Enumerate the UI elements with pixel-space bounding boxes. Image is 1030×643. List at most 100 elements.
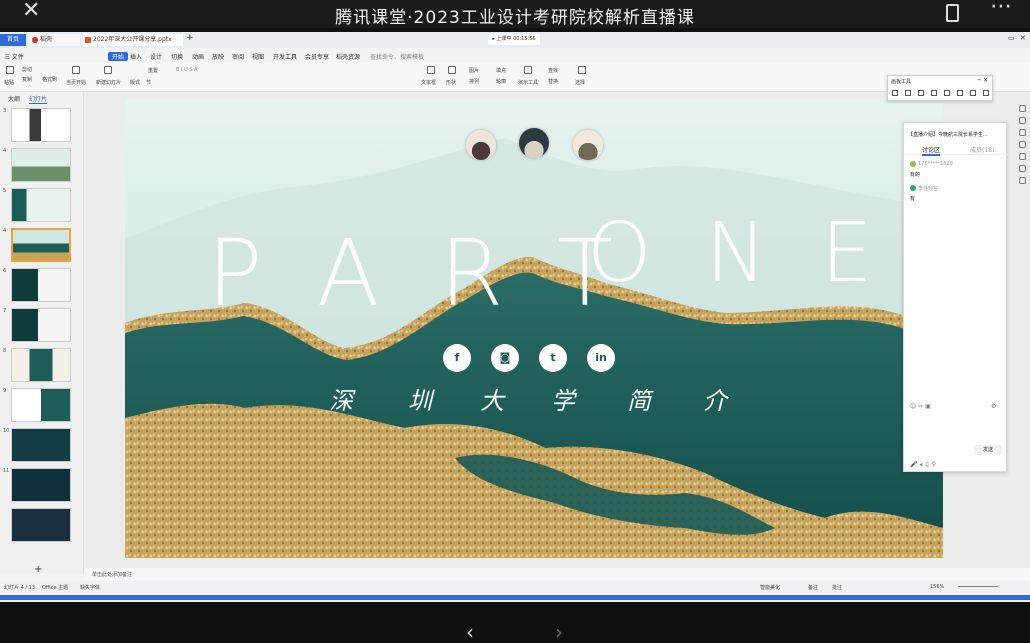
outline-button[interactable]: 轮廓 [496, 78, 506, 85]
menu-show[interactable]: 放映 [212, 52, 224, 61]
side-tool-icon[interactable] [1019, 117, 1026, 124]
slide-canvas[interactable]: PART ONE f ◙ t in 深 圳 大 学 简 介 [125, 98, 943, 558]
delete-icon[interactable] [983, 90, 989, 96]
decor-circle-3 [573, 130, 603, 160]
menu-design[interactable]: 设计 [150, 52, 162, 61]
paste-button[interactable]: 粘贴 [4, 79, 14, 86]
presenter-button[interactable]: 演示工具 [518, 79, 538, 86]
drawing-close-icon[interactable]: ─ ✕ [977, 77, 988, 84]
layout-button[interactable]: 版式 [130, 79, 140, 86]
next-page-button[interactable]: › [555, 622, 563, 642]
add-slide-button[interactable]: + [34, 564, 42, 575]
thumbnail-slide-5[interactable] [11, 188, 71, 222]
thumbnail-slide-7[interactable] [11, 308, 71, 342]
side-tool-icon[interactable] [1019, 141, 1026, 148]
notes-bar[interactable]: 单击此处添加备注 [84, 568, 1030, 580]
replace-button[interactable]: 替换 [548, 78, 558, 85]
eraser-icon[interactable] [944, 90, 950, 96]
menu-animation[interactable]: 动画 [192, 52, 204, 61]
format-painter-button[interactable]: 格式刷 [42, 76, 57, 83]
notes-placeholder[interactable]: 单击此处添加备注 [92, 571, 132, 578]
screenshot-icon[interactable] [970, 90, 976, 96]
menu-file[interactable]: 三 文件 [4, 52, 24, 61]
thumbnail-slide-12[interactable] [11, 508, 71, 542]
menu-dev[interactable]: 开发工具 [273, 52, 297, 61]
copy-button[interactable]: 复制 [22, 76, 32, 83]
fill-button[interactable]: 填充 [496, 67, 506, 74]
prev-page-button[interactable]: ‹ [466, 622, 474, 642]
menu-template[interactable]: 稻壳资源 [336, 52, 360, 61]
font-box[interactable]: B I U S A [176, 67, 198, 73]
undo-icon[interactable] [957, 90, 963, 96]
thumbnail-slide-current[interactable] [11, 228, 71, 262]
tab-pptx[interactable]: 2022年深大公开课分享.pptx [83, 34, 183, 46]
thumbnail-slide-10[interactable] [11, 428, 71, 462]
thumbnail-slide-6[interactable] [11, 268, 71, 302]
menu-review[interactable]: 审阅 [232, 52, 244, 61]
menu-insert[interactable]: 插入 [130, 52, 142, 61]
thumbnail-slide-11[interactable] [11, 468, 71, 502]
thumbnail-slide-8[interactable] [11, 348, 71, 382]
thumbnail-slide-3[interactable] [11, 108, 71, 142]
menu-view[interactable]: 视图 [252, 52, 264, 61]
cut-button[interactable]: 剪切 [22, 66, 32, 73]
textbox-button[interactable]: 文本框 [421, 79, 436, 86]
more-icon[interactable]: ⋯ [990, 0, 1014, 19]
textbox-icon[interactable] [427, 66, 435, 74]
menu-switch[interactable]: 切换 [171, 52, 183, 61]
side-tool-icon[interactable] [1019, 165, 1026, 172]
find-button[interactable]: 查找 [548, 67, 558, 74]
paste-icon[interactable] [6, 66, 14, 74]
smart-beautify-button[interactable]: 智能美化 [760, 584, 780, 591]
side-tool-icon[interactable] [1019, 129, 1026, 136]
side-tool-icon[interactable] [1019, 177, 1026, 184]
pen-icon[interactable] [905, 90, 911, 96]
shape-icon[interactable] [448, 66, 456, 74]
pointer-icon[interactable] [892, 90, 898, 96]
tab-outline[interactable]: 大纲 [8, 96, 20, 103]
tab-docer[interactable]: 稻壳 [30, 34, 80, 46]
thumbnail-slide-4a[interactable] [11, 148, 71, 182]
tab-home[interactable]: 首页 [0, 34, 26, 46]
arrange-button[interactable]: 排列 [469, 78, 479, 85]
menu-member[interactable]: 会员专享 [305, 52, 329, 61]
mic-icon[interactable]: 🎤 ◂ ♫ ⚲ [910, 461, 936, 468]
menu-start[interactable]: 开始 [108, 52, 129, 61]
reset-button[interactable]: 重置 [148, 67, 158, 74]
phone-icon[interactable] [946, 4, 959, 22]
side-tool-icon[interactable] [1019, 105, 1026, 112]
tab-slides[interactable]: 幻灯片 [28, 96, 47, 104]
settings-icon[interactable]: ⚙ [991, 403, 996, 410]
send-button[interactable]: 发送 [974, 445, 1002, 455]
zoom-slider[interactable] [958, 586, 998, 587]
minimize-icon[interactable]: ▭ [1008, 34, 1015, 42]
section-button[interactable]: 节 [146, 79, 151, 86]
emoji-icon[interactable]: ☺ ✂ ▣ [910, 403, 931, 410]
thumb-number: 4 [3, 148, 7, 154]
rectangle-icon[interactable] [918, 90, 924, 96]
play-icon[interactable] [72, 66, 80, 74]
from-current-button[interactable]: 当页开始 [66, 79, 86, 86]
comment-toggle[interactable]: 批注 [832, 584, 842, 591]
chat-tabs: 讨论区 成员(18) [904, 143, 1008, 156]
picture-button[interactable]: 图片 [469, 67, 479, 74]
missing-font-button[interactable]: 缺失字体 [80, 584, 100, 591]
thumbnail-slide-9[interactable] [11, 388, 71, 422]
linkedin-icon: in [587, 344, 615, 372]
zoom-level[interactable]: 156% [930, 584, 944, 590]
tab-discussion[interactable]: 讨论区 [922, 145, 941, 156]
search-command[interactable]: 查找命令、搜索模板 [370, 52, 424, 61]
status-bar: 幻灯片 4 / 13 Office 主题 缺失字体 智能美化 备注 批注 156… [0, 581, 1030, 593]
shape-button[interactable]: 形状 [446, 79, 456, 86]
new-slide-icon[interactable] [104, 66, 112, 74]
notes-toggle[interactable]: 备注 [808, 584, 818, 591]
side-tool-icon[interactable] [1019, 153, 1026, 160]
select-button[interactable]: 选择 [575, 79, 585, 86]
window-close-icon[interactable]: ✕ [1020, 34, 1026, 42]
tab-members[interactable]: 成员(18) [970, 145, 994, 154]
select-icon[interactable] [578, 66, 586, 74]
new-slide-button[interactable]: 新建幻灯片 [96, 79, 121, 86]
text-icon[interactable] [931, 90, 937, 96]
presenter-icon[interactable] [524, 66, 532, 74]
new-tab-button[interactable]: + [186, 33, 194, 43]
